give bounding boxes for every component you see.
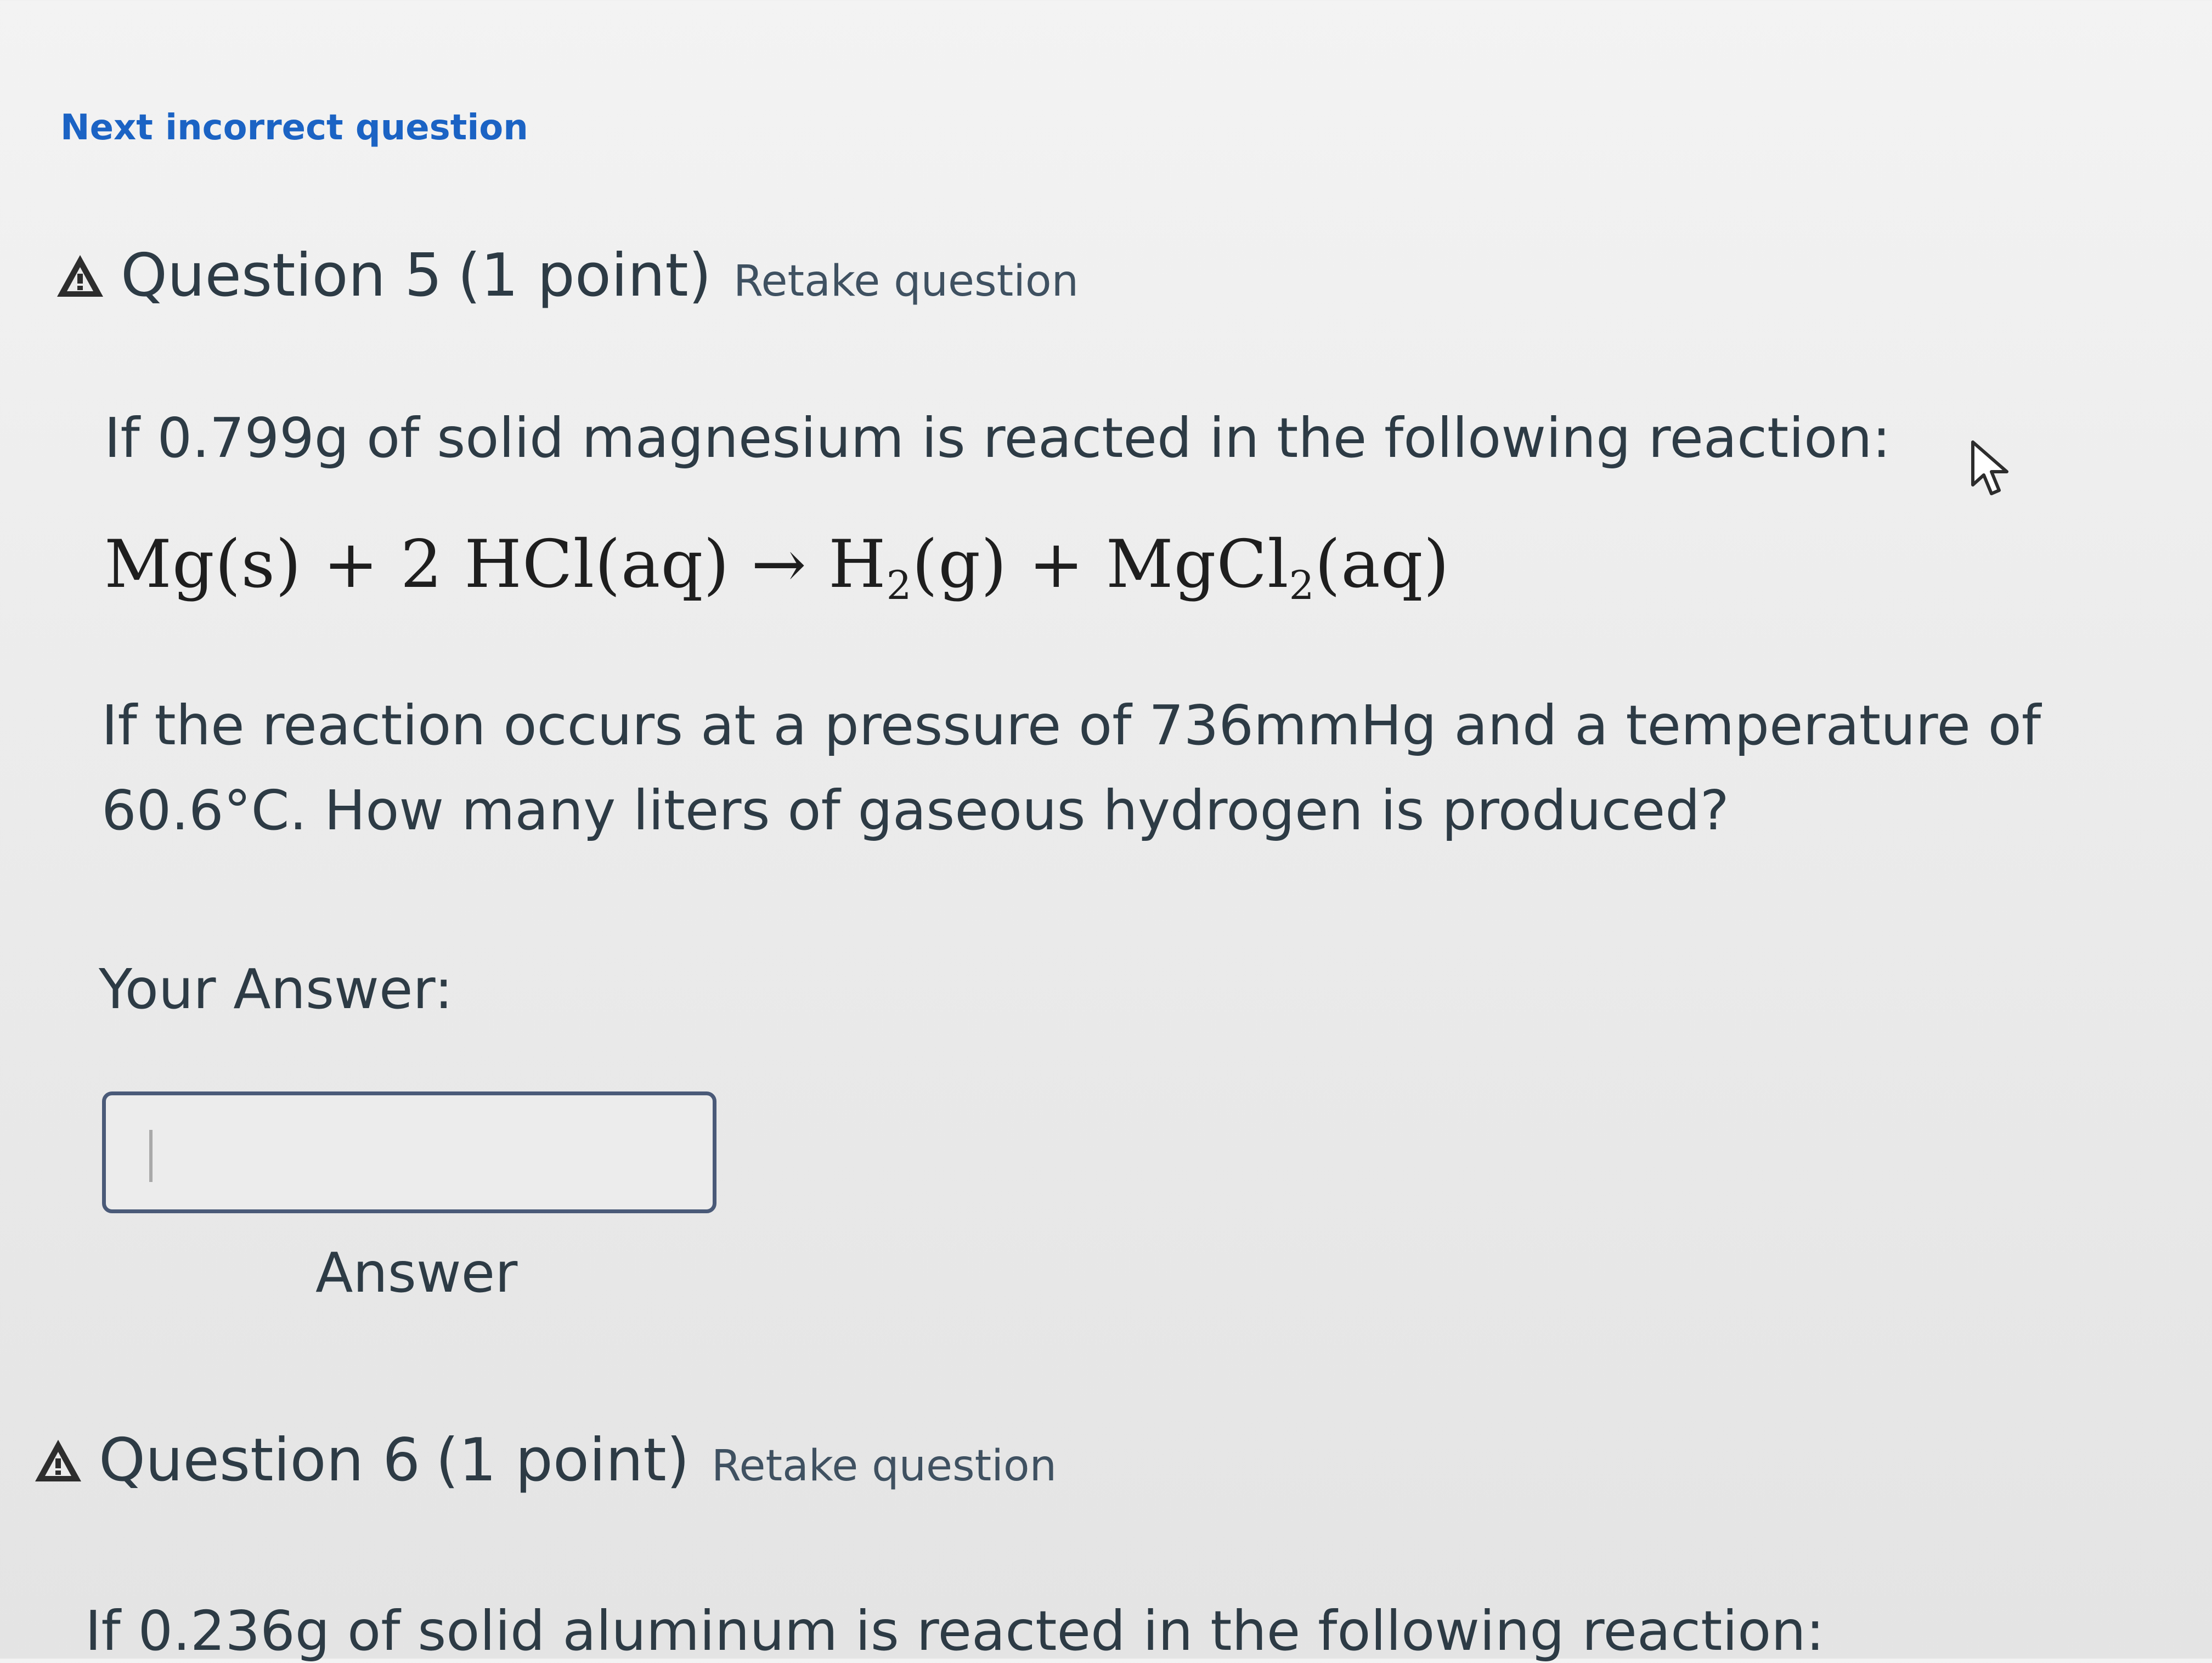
warning-icon <box>35 1439 81 1481</box>
quiz-results-page: Next incorrect question Question 5 (1 po… <box>0 0 2212 1663</box>
question-5-retake-link[interactable]: Retake question <box>733 257 1079 306</box>
product-mgcl-subscript: 2 <box>1289 562 1315 608</box>
reaction-arrow: → <box>751 527 807 603</box>
question-6-retake-link[interactable]: Retake question <box>712 1441 1057 1491</box>
product-mgcl-state: (aq) <box>1314 527 1450 603</box>
question-6-title: Question 6 <box>99 1426 421 1495</box>
question-6-prompt: If 0.236g of solid aluminum is reacted i… <box>85 1599 1825 1663</box>
reactant-hcl: 2 HCl(aq) <box>400 527 730 603</box>
mouse-pointer-icon <box>1971 440 2008 495</box>
product-magnesium-chloride: MgCl2(aq) <box>1105 527 1450 608</box>
product-hydrogen-state: (g) <box>912 527 1007 603</box>
product-hydrogen-symbol: H <box>828 527 887 603</box>
product-hydrogen-subscript: 2 <box>886 562 912 608</box>
plus-sign: + <box>323 527 379 603</box>
text-caret <box>149 1130 153 1182</box>
warning-icon <box>57 254 103 297</box>
plus-sign-2: + <box>1029 527 1085 603</box>
answer-input[interactable] <box>102 1091 716 1213</box>
question-5-prompt: If 0.799g of solid magnesium is reacted … <box>104 406 1891 470</box>
question-5-title: Question 5 <box>121 241 443 310</box>
question-5-points: (1 point) <box>458 241 712 310</box>
question-5-text: If the reaction occurs at a pressure of … <box>101 693 2041 842</box>
answer-caption: Answer <box>315 1241 518 1305</box>
question-6-points: (1 point) <box>436 1426 690 1495</box>
product-mgcl-symbol: MgCl <box>1105 527 1289 603</box>
reactant-magnesium: Mg(s) <box>104 527 302 603</box>
question-5-header: Question 5 (1 point) Retake question <box>55 241 1079 310</box>
chemical-equation: Mg(s) + 2 HCl(aq) → H2(g) + MgCl2(aq) <box>104 527 1449 608</box>
next-incorrect-question-link[interactable]: Next incorrect question <box>60 108 528 148</box>
question-6-header: Question 6 (1 point) Retake question <box>33 1426 1057 1495</box>
product-hydrogen: H2(g) <box>828 527 1007 608</box>
your-answer-label: Your Answer: <box>99 957 453 1021</box>
